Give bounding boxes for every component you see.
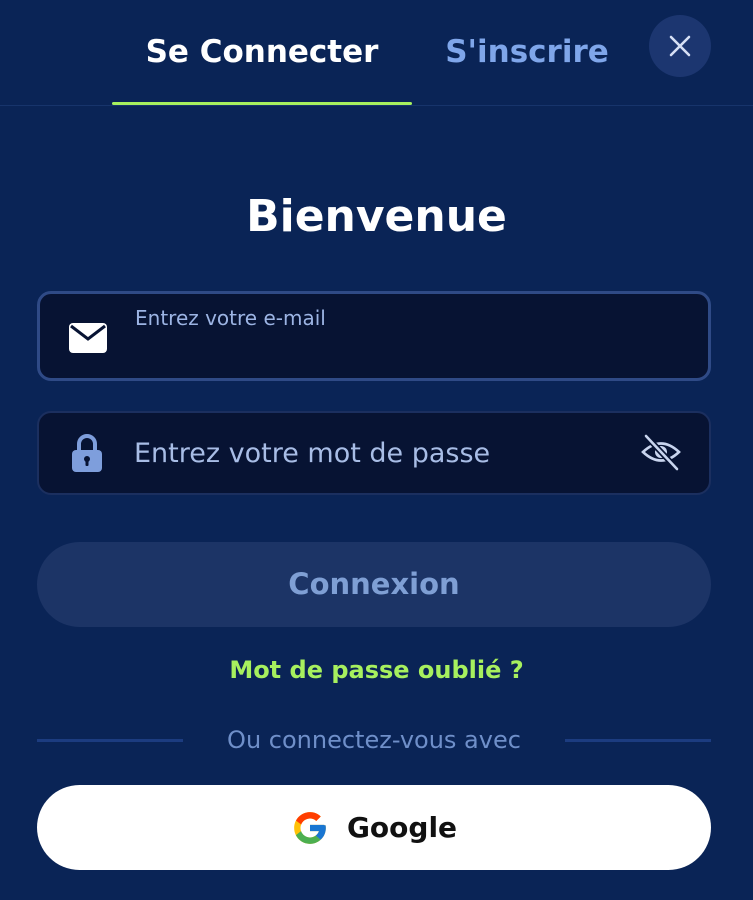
lock-icon — [67, 431, 107, 475]
email-input[interactable] — [135, 336, 675, 368]
email-field[interactable]: Entrez votre e-mail — [37, 291, 711, 381]
google-button-label: Google — [346, 811, 458, 844]
google-logo-icon — [291, 809, 329, 847]
envelope-icon — [66, 321, 110, 355]
tab-login[interactable]: Se Connecter — [112, 30, 412, 74]
active-tab-indicator — [112, 102, 412, 105]
page-title: Bienvenue — [246, 191, 507, 242]
login-button[interactable]: Connexion — [37, 542, 711, 627]
forgot-password-link[interactable]: Mot de passe oublié ? — [0, 652, 753, 688]
divider-text: Ou connectez-vous avec — [227, 726, 521, 754]
tab-signup[interactable]: S'inscrire — [432, 30, 622, 74]
divider-left — [37, 739, 183, 742]
password-input[interactable] — [134, 433, 614, 473]
google-login-button[interactable]: Google — [37, 785, 711, 870]
divider-right — [565, 739, 711, 742]
email-label: Entrez votre e-mail — [135, 306, 326, 330]
close-icon — [669, 35, 691, 57]
password-field[interactable] — [37, 411, 711, 495]
close-button[interactable] — [649, 15, 711, 77]
eye-off-icon[interactable] — [639, 430, 683, 474]
auth-header: Se Connecter S'inscrire — [0, 0, 753, 106]
